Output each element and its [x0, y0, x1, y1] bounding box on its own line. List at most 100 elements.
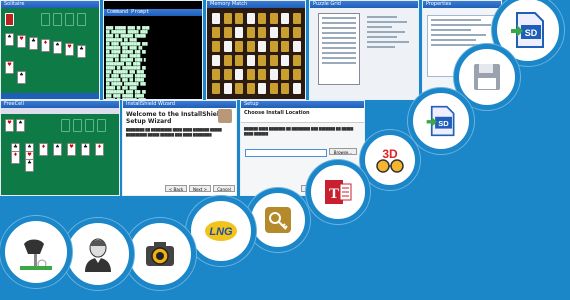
grid-card[interactable]: [281, 41, 289, 52]
browse-button[interactable]: Browse...: [329, 148, 357, 155]
playing-card: ♥: [65, 43, 74, 56]
sd-card-circle-2[interactable]: SD: [408, 88, 474, 154]
grid-card[interactable]: [223, 27, 232, 38]
grid-card[interactable]: [258, 27, 266, 38]
grid-card[interactable]: [246, 69, 255, 80]
grid-card[interactable]: [212, 83, 220, 94]
foundation-slot: [77, 13, 86, 26]
grid-card[interactable]: [223, 69, 232, 80]
setup-wizard-screenshot[interactable]: InstallShield Wizard Welcome to the Inst…: [122, 100, 237, 196]
grid-card[interactable]: [281, 83, 289, 94]
window-title: Properties: [423, 1, 501, 8]
foundation-slot: [53, 13, 62, 26]
grid-card[interactable]: [246, 13, 255, 24]
grid-card[interactable]: [292, 41, 301, 52]
grid-card[interactable]: [292, 83, 301, 94]
grid-card[interactable]: [212, 13, 220, 24]
playing-card: ♠: [5, 33, 14, 46]
grid-card[interactable]: [235, 83, 243, 94]
menu-bar: [1, 108, 119, 114]
grid-card[interactable]: [246, 83, 255, 94]
foundation-slot: [61, 119, 70, 132]
playing-card: ♠: [53, 41, 62, 54]
sd-card-icon: SD: [426, 105, 455, 137]
grid-card[interactable]: [212, 27, 220, 38]
playing-card: ♥: [67, 143, 76, 156]
playing-card: ♣: [77, 45, 86, 58]
freecell-screenshot[interactable]: FreeCell ♥ ♠ ♣ ♦ ♠ ♥ ♣ ♦ ♠ ♥ ♣ ♦: [0, 100, 120, 196]
grid-card[interactable]: [223, 13, 232, 24]
grid-card[interactable]: [292, 69, 301, 80]
grid-card[interactable]: [223, 83, 232, 94]
office-t-circle[interactable]: T: [306, 160, 370, 224]
playing-card: ♠: [16, 119, 25, 132]
playing-card: ♦: [11, 151, 20, 164]
grid-card[interactable]: [258, 55, 266, 66]
grid-card[interactable]: [258, 69, 266, 80]
grid-card[interactable]: [212, 41, 220, 52]
grid-card[interactable]: [258, 13, 266, 24]
cancel-button[interactable]: Cancel: [213, 185, 235, 192]
grid-card[interactable]: [246, 27, 255, 38]
grid-card[interactable]: [212, 55, 220, 66]
grid-card[interactable]: [269, 55, 278, 66]
playing-card: ♣: [29, 37, 38, 50]
playing-card: ♣: [25, 159, 34, 172]
grid-card[interactable]: [269, 27, 278, 38]
next-button[interactable]: Next >: [189, 185, 211, 192]
playing-card: ♦: [39, 143, 48, 156]
floppy-disk-icon: [474, 64, 500, 90]
grid-card[interactable]: [281, 55, 289, 66]
grid-card[interactable]: [269, 83, 278, 94]
grid-card[interactable]: [246, 55, 255, 66]
key-lock-circle[interactable]: [246, 188, 310, 252]
back-button[interactable]: < Back: [165, 185, 187, 192]
grid-card[interactable]: [281, 27, 289, 38]
header-band: Choose Install Location: [241, 108, 364, 123]
grid-card[interactable]: [235, 27, 243, 38]
playing-card: ♥: [17, 35, 26, 48]
lng-logo-circle[interactable]: LNG: [186, 196, 256, 266]
grid-card[interactable]: [281, 69, 289, 80]
grid-card[interactable]: [258, 83, 266, 94]
svg-text:3D: 3D: [382, 147, 398, 161]
golf-club-circle[interactable]: [0, 216, 72, 288]
grid-card[interactable]: [235, 69, 243, 80]
svg-text:LNG: LNG: [209, 226, 233, 238]
grid-card[interactable]: [235, 55, 243, 66]
card-back: [5, 13, 14, 26]
taskbar: [1, 93, 99, 99]
foundation-slot: [73, 119, 82, 132]
grid-card[interactable]: [235, 41, 243, 52]
grid-card[interactable]: [235, 13, 243, 24]
grid-card[interactable]: [223, 41, 232, 52]
number-grid-screenshot[interactable]: Puzzle Grid: [309, 0, 419, 100]
card-grid-screenshot[interactable]: Memory Match: [206, 0, 306, 100]
grid-card[interactable]: [292, 13, 301, 24]
3d-glasses-icon: 3D: [376, 147, 404, 173]
window-title: InstallShield Wizard: [123, 101, 236, 108]
grid-card[interactable]: [281, 13, 289, 24]
grid-card[interactable]: [212, 69, 220, 80]
3d-glasses-circle[interactable]: 3D: [360, 130, 420, 190]
solitaire-screenshot-top[interactable]: Solitaire ♠ ♥ ♣ ♦ ♠ ♥ ♣ ♥ ♠: [0, 0, 100, 100]
foundation-slot: [41, 13, 50, 26]
number-grid: [318, 13, 360, 85]
svg-text:T: T: [329, 186, 339, 202]
grid-card[interactable]: [223, 55, 232, 66]
grid-card[interactable]: [269, 69, 278, 80]
key-lock-icon: [265, 207, 291, 233]
window-title: Solitaire: [1, 1, 99, 8]
grid-card[interactable]: [258, 41, 266, 52]
console-screenshot[interactable]: Command Prompt ████ ██████ ████ ██ ████ …: [103, 0, 203, 100]
grid-card[interactable]: [292, 27, 301, 38]
grid-card[interactable]: [292, 55, 301, 66]
grid-card[interactable]: [246, 41, 255, 52]
portrait-circle[interactable]: [62, 218, 134, 290]
portrait-icon: [85, 238, 111, 272]
grid-card[interactable]: [269, 41, 278, 52]
destination-folder-input[interactable]: [245, 149, 327, 157]
window-title: Command Prompt: [104, 9, 202, 16]
camera-circle[interactable]: [124, 218, 196, 290]
grid-card[interactable]: [269, 13, 278, 24]
